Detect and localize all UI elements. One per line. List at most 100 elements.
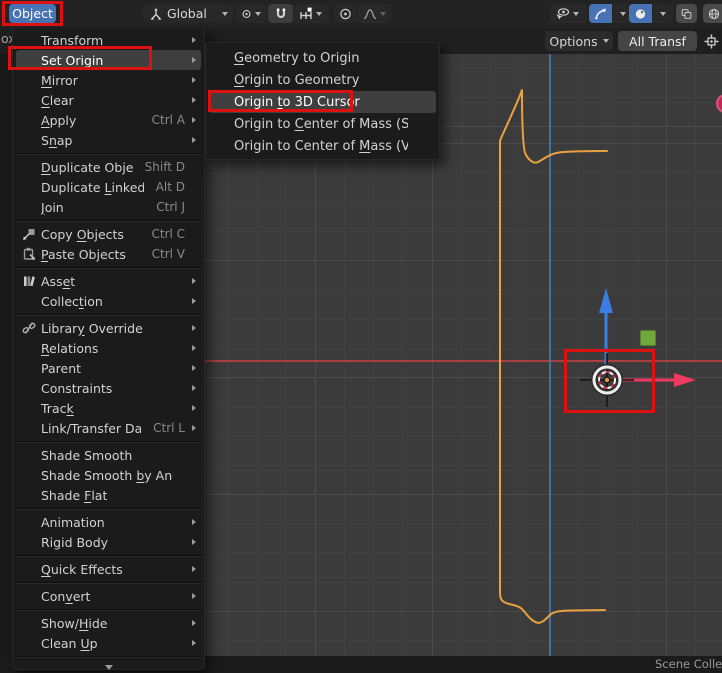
menu-item-join[interactable]: JoinCtrl J <box>16 197 201 217</box>
menu-item-shade-smooth[interactable]: Shade Smooth <box>16 445 201 465</box>
chevron-down-icon <box>316 12 322 16</box>
menu-item-label: Geometry to Origin <box>234 51 359 66</box>
menu-item-parent[interactable]: Parent <box>16 358 201 378</box>
menu-item-label: Asset <box>41 274 75 289</box>
menu-item-shade-flat[interactable]: Shade Flat <box>16 485 201 505</box>
object-menu-label: Object <box>12 6 53 21</box>
cursor-tool-icon[interactable] <box>701 31 721 51</box>
gizmo-toggle-button[interactable] <box>589 4 612 23</box>
menu-scroll-down-icon[interactable] <box>13 661 204 673</box>
menu-item-constraints[interactable]: Constraints <box>16 378 201 398</box>
menu-item-copy-objects[interactable]: Copy Objects Ctrl C <box>16 224 201 244</box>
move-gizmo-icon <box>594 7 607 21</box>
menu-item-label: Copy Objects <box>41 227 124 242</box>
3d-cursor <box>580 353 634 407</box>
menu-item-asset[interactable]: Asset <box>16 271 201 291</box>
transform-orientation-dropdown[interactable]: Global <box>143 4 233 23</box>
menu-item-convert[interactable]: Convert <box>16 586 201 606</box>
submenu-arrow-icon <box>185 640 196 646</box>
submenu-arrow-icon <box>185 37 196 43</box>
submenu-item-origin-to-center-of-mass-surface[interactable]: Origin to Center of Mass (Surface) <box>209 113 436 135</box>
menu-item-label: Join <box>41 200 64 215</box>
chevron-down-icon <box>620 12 626 16</box>
menu-item-label: Shade Smooth by Angle <box>41 468 173 483</box>
menu-separator <box>13 438 204 445</box>
asset-icon <box>21 273 37 289</box>
active-collection-label: Scene Collec <box>655 657 722 671</box>
menu-item-label: Origin to Geometry <box>234 73 359 88</box>
menu-item-duplicate-objects[interactable]: Duplicate ObjectsShift D <box>16 157 201 177</box>
menu-item-clear[interactable]: Clear <box>16 90 201 110</box>
menu-item-label: Duplicate Objects <box>41 160 133 175</box>
all-transform-button[interactable]: All Transf <box>618 31 697 51</box>
menu-item-animation[interactable]: Animation <box>16 512 201 532</box>
menu-item-link-transfer-data[interactable]: Link/Transfer DataCtrl L <box>16 418 201 438</box>
menu-item-shortcut: Ctrl C <box>139 227 185 241</box>
menu-item-rigid-body[interactable]: Rigid Body <box>16 532 201 552</box>
eye-cursor-icon <box>555 7 570 21</box>
library-override-icon <box>21 320 37 336</box>
menu-separator <box>13 217 204 224</box>
submenu-item-geometry-to-origin[interactable]: Geometry to Origin <box>209 47 436 69</box>
show-overlays-toggle[interactable] <box>676 4 697 23</box>
object-menu-button[interactable]: Object <box>9 4 56 23</box>
submenu-item-origin-to-geometry[interactable]: Origin to Geometry <box>209 69 436 91</box>
menu-item-shade-smooth-by-angle[interactable]: Shade Smooth by Angle <box>16 465 201 485</box>
chevron-down-icon <box>255 12 261 16</box>
object-menu: TransformSet OriginMirror Clear ApplyCtrl … <box>12 28 205 670</box>
snap-settings-dropdown[interactable] <box>294 4 329 23</box>
menu-item-show-hide[interactable]: Show/Hide <box>16 613 201 633</box>
proportional-editing-toggle[interactable] <box>334 4 357 23</box>
menu-item-label: Track <box>41 401 74 416</box>
menu-item-shortcut: Ctrl L <box>141 421 185 435</box>
submenu-arrow-icon <box>185 620 196 626</box>
globe-toggle[interactable] <box>703 4 722 23</box>
menu-item-library-override[interactable]: Library Override <box>16 318 201 338</box>
menu-separator <box>13 264 204 271</box>
menu-item-paste-objects[interactable]: Paste ObjectsCtrl V <box>16 244 201 264</box>
pivot-point-dropdown[interactable] <box>236 4 266 23</box>
menu-item-label: Collection <box>41 294 103 309</box>
menu-item-label: Quick Effects <box>41 562 123 577</box>
chevron-down-icon <box>573 12 579 16</box>
menu-item-label: Animation <box>41 515 105 530</box>
menu-item-transform[interactable]: Transform <box>16 30 201 50</box>
menu-item-mirror[interactable]: Mirror <box>16 70 201 90</box>
submenu-item-origin-to-center-of-mass-volume[interactable]: Origin to Center of Mass (Volume) <box>209 135 436 157</box>
menu-item-quick-effects[interactable]: Quick Effects <box>16 559 201 579</box>
snap-toggle-button[interactable] <box>268 4 293 23</box>
menu-item-clean-up[interactable]: Clean Up <box>16 633 201 653</box>
menu-separator <box>13 505 204 512</box>
submenu-arrow-icon <box>185 425 196 431</box>
menu-item-snap[interactable]: Snap <box>16 130 201 150</box>
submenu-arrow-icon <box>185 57 196 63</box>
menu-separator <box>13 653 204 660</box>
menu-item-duplicate-linked[interactable]: Duplicate LinkedAlt D <box>16 177 201 197</box>
menu-item-label: Snap <box>41 133 72 148</box>
menu-item-label: Parent <box>41 361 81 376</box>
submenu-item-origin-to-3d-cursor[interactable]: Origin to 3D Cursor <box>209 91 436 113</box>
menu-item-track[interactable]: Track <box>16 398 201 418</box>
menu-item-relations[interactable]: Relations <box>16 338 201 358</box>
shading-dropdown[interactable] <box>653 4 673 23</box>
submenu-arrow-icon <box>185 278 196 284</box>
proportional-falloff-dropdown[interactable] <box>358 4 391 23</box>
submenu-arrow-icon <box>185 117 196 123</box>
chevron-down-icon <box>603 39 609 43</box>
options-dropdown[interactable]: Options <box>545 31 613 51</box>
submenu-arrow-icon <box>185 298 196 304</box>
menu-item-apply[interactable]: ApplyCtrl A <box>16 110 201 130</box>
viewport-shading-button[interactable] <box>629 4 652 23</box>
menu-item-label: Clear <box>41 93 74 108</box>
submenu-arrow-icon <box>185 593 196 599</box>
show-gizmo-dropdown[interactable] <box>550 4 587 23</box>
gizmo-z-arrow <box>599 288 613 372</box>
overlays-icon <box>681 7 692 21</box>
submenu-arrow-icon <box>185 325 196 331</box>
menu-item-shortcut: Ctrl V <box>140 247 185 261</box>
menu-item-label: Duplicate Linked <box>41 180 144 195</box>
globe-icon <box>708 7 720 21</box>
menu-item-set-origin[interactable]: Set Origin <box>16 50 201 70</box>
menu-item-collection[interactable]: Collection <box>16 291 201 311</box>
menu-item-label: Clean Up <box>41 636 98 651</box>
